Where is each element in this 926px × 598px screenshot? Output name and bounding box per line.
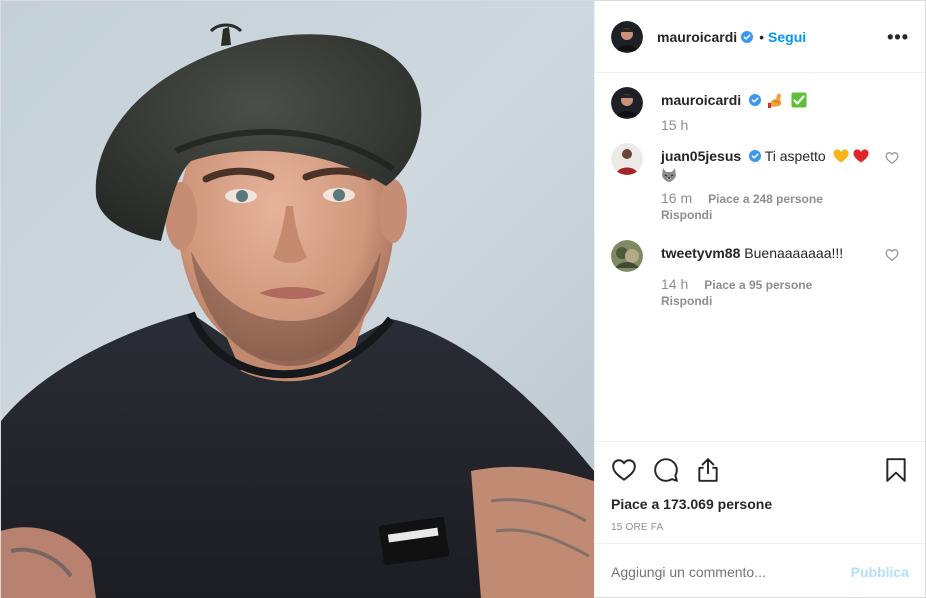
post-timestamp[interactable]: 15 ORE FA: [611, 522, 909, 533]
separator-dot: •: [759, 28, 765, 45]
avatar-image: [611, 20, 643, 53]
caption-text: mauroicardi: [661, 91, 909, 109]
caption-avatar[interactable]: [611, 87, 643, 119]
red-heart-emoji-icon: [853, 149, 869, 163]
comment-row: juan05jesus Ti aspetto 16 m Piace a 248 …: [611, 143, 909, 222]
comment-message: Ti aspetto: [764, 148, 826, 164]
add-comment-bar: Pubblica: [595, 543, 925, 598]
likes-count[interactable]: Piace a 173.069 persone: [611, 496, 909, 512]
comment-text: tweetyvm88 Buenaaaaaaa!!!: [661, 244, 909, 262]
comment-meta: 16 m Piace a 248 persone: [661, 190, 909, 206]
comment-username[interactable]: tweetyvm88: [661, 245, 740, 261]
post-container: mauroicardi • Segui ••• mauroicardi 15 h…: [0, 0, 926, 598]
author-avatar[interactable]: [611, 20, 643, 53]
comment-time[interactable]: 14 h: [661, 276, 688, 292]
comment-avatar[interactable]: [611, 143, 643, 175]
check-mark-button-emoji-icon: [791, 92, 807, 108]
post-photo[interactable]: [1, 1, 594, 598]
comment-row: tweetyvm88 Buenaaaaaaa!!! 14 h Piace a 9…: [611, 240, 909, 308]
comment-like-heart-icon[interactable]: [885, 248, 899, 262]
bookmark-save-icon[interactable]: [883, 457, 909, 483]
comment-body: tweetyvm88 Buenaaaaaaa!!! 14 h Piace a 9…: [661, 240, 909, 308]
comment-meta: 14 h Piace a 95 persone: [661, 276, 909, 292]
caption-time[interactable]: 15 h: [661, 117, 688, 133]
more-options-icon[interactable]: •••: [887, 28, 909, 46]
post-actions: Piace a 173.069 persone 15 ORE FA: [595, 441, 925, 533]
avatar-image: [611, 240, 643, 272]
post-header: mauroicardi • Segui •••: [595, 1, 925, 73]
comment-message: Buenaaaaaaa!!!: [744, 245, 844, 261]
comment-bubble-icon[interactable]: [653, 457, 679, 483]
wolf-face-emoji-icon: [662, 168, 676, 182]
comment-input[interactable]: [611, 563, 851, 580]
comment-avatar[interactable]: [611, 240, 643, 272]
yellow-heart-emoji-icon: [833, 149, 849, 163]
comment-like-heart-icon[interactable]: [885, 151, 899, 165]
flexed-bicep-emoji-icon: [767, 93, 782, 108]
avatar-image: [611, 143, 643, 175]
selfie-image: [1, 1, 594, 598]
like-heart-icon[interactable]: [611, 457, 637, 483]
reply-button[interactable]: Rispondi: [661, 294, 909, 308]
avatar-image: [611, 87, 643, 119]
post-side-panel: mauroicardi • Segui ••• mauroicardi 15 h…: [594, 1, 925, 598]
share-upload-icon[interactable]: [695, 457, 721, 483]
verified-badge-icon: [749, 150, 762, 162]
verified-badge-icon: [749, 94, 762, 106]
comments-list: mauroicardi 15 h juan05jesus Ti aspetto …: [595, 73, 925, 441]
comment-likes[interactable]: Piace a 248 persone: [708, 192, 823, 206]
comment-text: juan05jesus Ti aspetto: [661, 147, 909, 184]
comment-body: juan05jesus Ti aspetto 16 m Piace a 248 …: [661, 143, 909, 222]
caption-meta: 15 h: [661, 117, 909, 133]
comment-likes[interactable]: Piace a 95 persone: [704, 278, 812, 292]
follow-button[interactable]: Segui: [768, 29, 806, 45]
caption-row: mauroicardi 15 h: [611, 87, 909, 133]
comment-time[interactable]: 16 m: [661, 190, 692, 206]
caption-body: mauroicardi 15 h: [661, 87, 909, 133]
reply-button[interactable]: Rispondi: [661, 208, 909, 222]
verified-badge-icon: [741, 30, 754, 43]
action-icons: [611, 446, 909, 494]
comment-username[interactable]: juan05jesus: [661, 148, 741, 164]
caption-username[interactable]: mauroicardi: [661, 92, 741, 108]
publish-button[interactable]: Pubblica: [851, 564, 909, 580]
author-username[interactable]: mauroicardi: [657, 29, 737, 45]
